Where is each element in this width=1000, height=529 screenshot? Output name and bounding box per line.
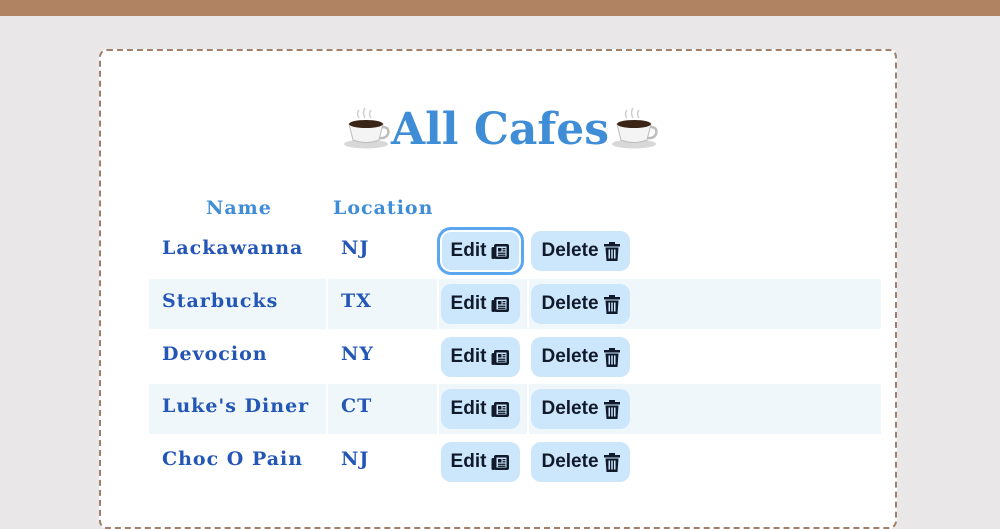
delete-cell: Delete bbox=[529, 384, 881, 434]
newspaper-icon bbox=[491, 454, 510, 470]
delete-button[interactable]: Delete bbox=[531, 284, 630, 324]
column-header-location: Location bbox=[333, 197, 434, 219]
table-row: Devocion NY Edit Delete bbox=[149, 332, 881, 382]
delete-button[interactable]: Delete bbox=[531, 442, 630, 482]
edit-cell: Edit bbox=[439, 384, 527, 434]
edit-button-label: Edit bbox=[450, 451, 487, 472]
newspaper-icon bbox=[491, 349, 510, 365]
table-row: Starbucks TX Edit Delete bbox=[149, 279, 881, 329]
edit-button[interactable]: Edit bbox=[441, 389, 520, 429]
name-cell: Devocion bbox=[149, 332, 326, 382]
newspaper-icon bbox=[491, 401, 510, 417]
table-row: Luke's Diner CT Edit Delete bbox=[149, 384, 881, 434]
edit-button[interactable]: Edit bbox=[441, 337, 520, 377]
page-title: All Cafes bbox=[0, 100, 1000, 160]
delete-cell: Delete bbox=[529, 437, 881, 487]
edit-button-label: Edit bbox=[450, 346, 487, 367]
edit-button-label: Edit bbox=[450, 398, 487, 419]
column-header-name: Name bbox=[206, 197, 272, 219]
cafe-location: NJ bbox=[341, 237, 370, 259]
delete-button-label: Delete bbox=[541, 293, 599, 314]
name-cell: Lackawanna bbox=[149, 226, 326, 276]
page-title-text: All Cafes bbox=[390, 104, 610, 155]
delete-button-label: Delete bbox=[541, 451, 599, 472]
top-bar bbox=[0, 0, 1000, 16]
name-cell: Starbucks bbox=[149, 279, 326, 329]
edit-button[interactable]: Edit bbox=[437, 227, 524, 275]
location-cell: NJ bbox=[328, 437, 437, 487]
trash-icon bbox=[603, 241, 620, 261]
trash-icon bbox=[603, 452, 620, 472]
newspaper-icon bbox=[491, 296, 510, 312]
trash-icon bbox=[603, 294, 620, 314]
edit-button[interactable]: Edit bbox=[441, 284, 520, 324]
table-row: Choc O Pain NJ Edit Delete bbox=[149, 437, 881, 487]
delete-button[interactable]: Delete bbox=[531, 389, 630, 429]
trash-icon bbox=[603, 347, 620, 367]
delete-button[interactable]: Delete bbox=[531, 231, 630, 271]
cafe-name: Luke's Diner bbox=[162, 395, 310, 417]
cafe-name: Lackawanna bbox=[162, 237, 304, 259]
cafe-name: Choc O Pain bbox=[162, 448, 304, 470]
location-cell: NY bbox=[328, 332, 437, 382]
name-cell: Luke's Diner bbox=[149, 384, 326, 434]
name-cell: Choc O Pain bbox=[149, 437, 326, 487]
delete-button[interactable]: Delete bbox=[531, 337, 630, 377]
cafe-name: Devocion bbox=[162, 343, 268, 365]
edit-button[interactable]: Edit bbox=[441, 442, 520, 482]
location-cell: CT bbox=[328, 384, 437, 434]
edit-cell: Edit bbox=[439, 332, 527, 382]
newspaper-icon bbox=[491, 243, 510, 259]
delete-button-label: Delete bbox=[541, 240, 599, 261]
cafe-name: Starbucks bbox=[162, 290, 279, 312]
cafe-location: CT bbox=[341, 395, 373, 417]
delete-cell: Delete bbox=[529, 226, 881, 276]
edit-button-label: Edit bbox=[450, 240, 487, 261]
edit-button-label: Edit bbox=[450, 293, 487, 314]
delete-button-label: Delete bbox=[541, 398, 599, 419]
coffee-cup-icon bbox=[343, 107, 390, 149]
cafe-location: TX bbox=[341, 290, 372, 312]
table-row: Lackawanna NJ Edit Delete bbox=[149, 226, 881, 276]
edit-cell: Edit bbox=[439, 279, 527, 329]
coffee-cup-icon bbox=[612, 107, 658, 149]
location-cell: NJ bbox=[328, 226, 437, 276]
delete-button-label: Delete bbox=[541, 346, 599, 367]
trash-icon bbox=[603, 399, 620, 419]
location-cell: TX bbox=[328, 279, 437, 329]
delete-cell: Delete bbox=[529, 332, 881, 382]
cafe-location: NY bbox=[341, 343, 374, 365]
edit-cell: Edit bbox=[439, 437, 527, 487]
cafe-location: NJ bbox=[341, 448, 370, 470]
edit-cell: Edit bbox=[437, 226, 527, 276]
delete-cell: Delete bbox=[529, 279, 881, 329]
